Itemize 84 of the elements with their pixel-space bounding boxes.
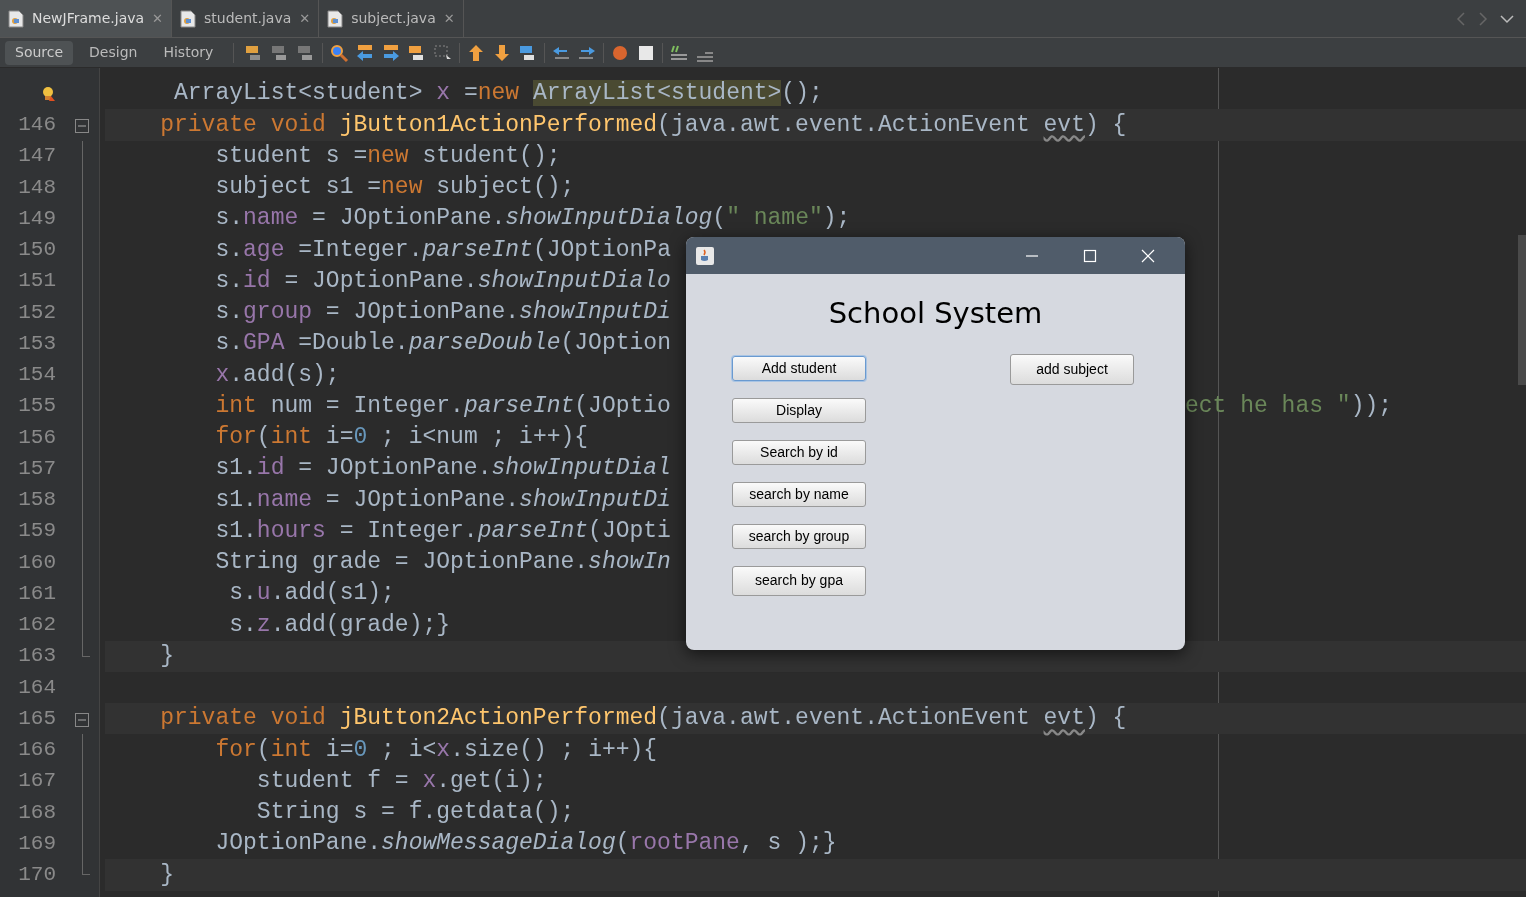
line-number: 156 [18,424,56,451]
line-number: 152 [18,299,56,326]
code-line: ArrayList<student> x =new ArrayList<student>(); [173,80,823,107]
line-number: 158 [18,487,56,514]
fold-end [82,859,90,876]
scrollbar[interactable] [1518,235,1526,385]
line-number: 164 [18,674,56,701]
dialog-button[interactable]: search by gpa [732,565,866,596]
code-line: x.add(s); [214,361,340,388]
line-number: 168 [18,799,56,826]
code-line: String s = f.getdata(); [255,799,575,826]
line-number: 153 [18,330,56,357]
code-line: student f = x.get(i); [255,767,547,794]
view-tab[interactable]: Source [5,40,74,65]
fold-icon[interactable] [75,118,89,133]
line-number: 170 [18,862,56,889]
line-number: 167 [18,768,56,795]
code-line: } [159,861,174,888]
code-line: s1.id = JOptionPane.showInputDial [214,455,671,482]
view-tab[interactable]: Design [79,40,148,65]
dialog-heading: School System [828,295,1043,332]
code-line: s.group = JOptionPane.showInputDi [214,299,671,326]
fold-end [82,640,90,657]
line-number: 160 [18,549,56,576]
code-line: for(int i=0 ; i<x.size() ; i++){ [214,736,658,763]
maximize-icon[interactable] [1083,248,1097,263]
code-line: s1.name = JOptionPane.showInputDi [214,486,671,513]
code-line: s.GPA =Double.parseDouble(JOption [214,330,671,357]
tab-label: subject.java [351,9,436,28]
view-tab[interactable]: History [153,40,224,65]
line-number: 149 [18,205,56,232]
code-line: student s =new student(); [214,142,561,169]
code-line: s.z.add(grade);} [228,611,451,638]
dialog-button[interactable]: add subject [1010,353,1134,385]
fold-icon[interactable] [75,712,89,727]
file-tab[interactable]: NewJFrame.java ✕ [0,0,172,37]
code-line: s1.hours = Integer.parseInt(JOpti [214,517,671,544]
java-file-icon [327,9,344,28]
line-number: 155 [18,393,56,420]
line-number: 165 [18,705,56,732]
code-line: s.id = JOptionPane.showInputDialo [214,267,671,294]
code-line: String grade = JOptionPane.showIn [214,549,671,576]
line-number: 162 [18,612,56,639]
dialog-button[interactable]: search by name [732,481,866,507]
line-number: 148 [18,174,56,201]
close-icon[interactable]: ✕ [443,8,455,29]
java-file-icon [180,9,196,28]
line-number: 159 [18,518,56,545]
line-number: 154 [18,362,56,389]
line-number: 157 [18,455,56,482]
coffee-cup-icon [696,246,714,265]
java-file-icon [8,9,24,28]
line-number: 161 [18,580,56,607]
code-line: s.name = JOptionPane.showInputDialog(" name"); [214,205,851,232]
file-tab[interactable]: subject.java ✕ [319,0,464,37]
code-line: } [159,642,174,669]
tab-label: NewJFrame.java [32,9,145,28]
code-line: s.age =Integer.parseInt(JOptionPa [214,236,671,263]
code-line: s.u.add(s1); [228,580,395,607]
code-line: ect he has ")); [1185,391,1393,421]
line-number: 151 [18,268,56,295]
dialog-button[interactable]: Display [732,397,866,423]
line-number: 147 [18,143,56,170]
file-tab[interactable]: student.java ✕ [172,0,320,37]
code-line: int num = Integer.parseInt(JOptio [214,392,671,419]
code-line: private void jButton1ActionPerformed(java.awt.event.ActionEvent evt) { [159,111,1127,138]
dialog-button[interactable]: search by group [732,523,866,549]
dialog-button[interactable]: Add student [732,355,866,381]
line-number: 146 [18,112,56,139]
lightbulb-icon[interactable] [42,85,56,102]
code-line: JOptionPane.showMessageDialog(rootPane, s );} [214,830,837,857]
close-icon[interactable] [1141,248,1155,263]
line-number: 166 [18,737,56,764]
line-number: 150 [18,237,56,264]
dialog-button[interactable]: Search by id [732,439,866,465]
close-icon[interactable]: ✕ [299,8,311,29]
tab-label: student.java [204,9,292,28]
code-line: for(int i=0 ; i<num ; i++){ [214,424,589,451]
chevron-down-icon[interactable] [1500,13,1514,24]
code-line: private void jButton2ActionPerformed(java.awt.event.ActionEvent evt) { [159,705,1127,732]
code-line: subject s1 =new subject(); [214,174,575,201]
line-number: 169 [18,830,56,857]
line-number: 163 [18,643,56,670]
search-icon[interactable] [329,42,350,63]
